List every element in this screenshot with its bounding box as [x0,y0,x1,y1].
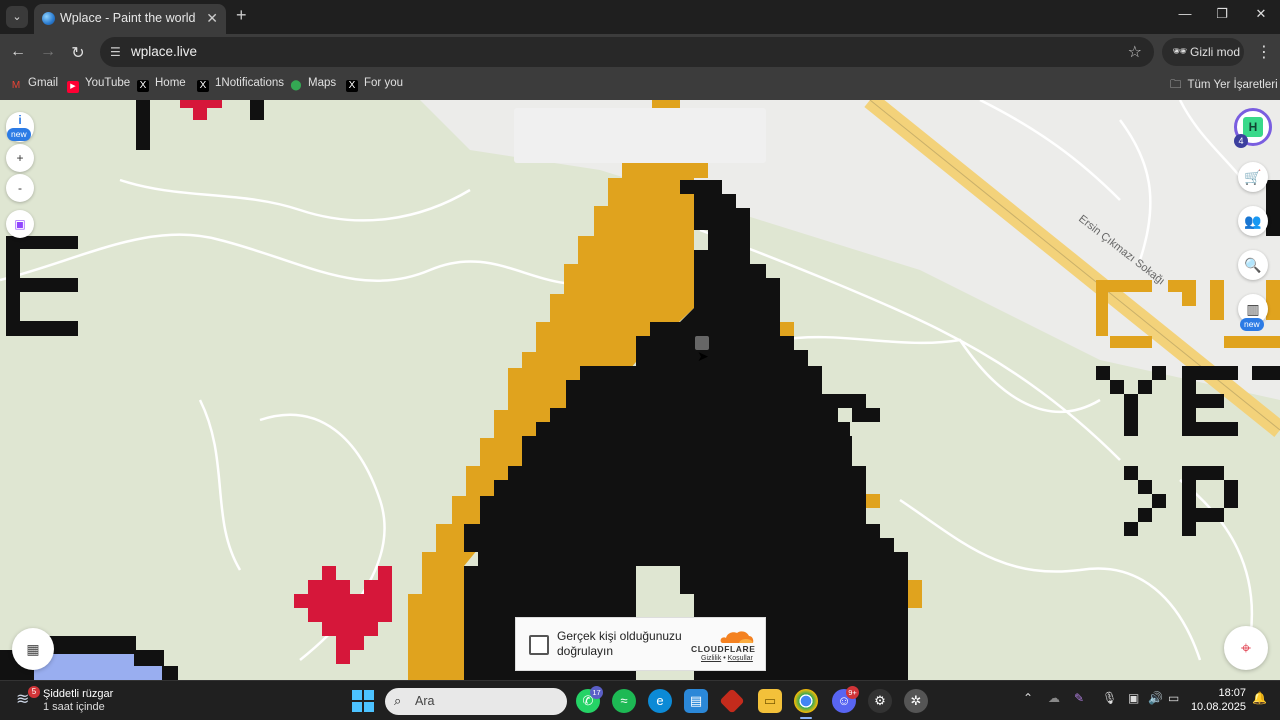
clock-date[interactable]: 10.08.2025 [1186,701,1246,713]
network-icon[interactable]: ▣ [1128,691,1139,705]
search-icon: ⌕ [394,693,402,708]
battery-icon[interactable]: ▭ [1168,691,1179,705]
address-bar[interactable]: ☰ wplace.live ☆ [100,37,1154,67]
incognito-label: Gizli mod [1190,45,1241,59]
cloudflare-turnstile: Gerçek kişi olduğunuzu doğrulayın CLOUDF… [515,617,766,671]
bookmark-gmail[interactable]: M Gmail [10,77,58,93]
url-text[interactable]: wplace.live [131,44,197,59]
pixel-art-notch [838,408,852,422]
incognito-icon: 🕶 [1172,44,1188,58]
close-window-button[interactable]: ✕ [1246,6,1276,22]
browser-menu-icon[interactable]: ⋮ [1256,42,1272,62]
terms-link[interactable]: Koşullar [728,655,753,662]
reload-button[interactable]: ↻ [68,43,88,63]
steam-icon[interactable]: ⚙ [868,689,892,713]
twitch-icon[interactable]: ▣ [6,210,34,238]
new-tab-button[interactable]: + [236,5,247,26]
site-info-icon[interactable]: ☰ [110,45,124,59]
store-cart-icon[interactable]: 🛒 [1238,162,1268,192]
mouse-pointer-icon: ➤ [697,348,709,364]
volume-icon[interactable]: 🔊 [1148,691,1163,705]
back-button[interactable]: ← [8,43,28,61]
locate-me-icon[interactable]: ⌖ [1224,626,1268,670]
discord-badge: 9+ [846,686,859,699]
notifications-icon[interactable]: 🔔 [1252,691,1267,705]
taskbar: ≋ 5 Şiddetli rüzgar 1 saat içinde ⌕ Ara … [0,680,1280,720]
bookmark-for-you[interactable]: X For you [346,77,403,93]
map-canvas[interactable]: Ersin Çıkmazı Sokağı i new + - ▣ ➤ H 4 🛒… [0,100,1280,680]
avatar-image: H [1243,117,1263,137]
bookmarks-bar: M Gmail ▶ YouTube X Home X 1Notifications ⬤ M… [0,70,1280,100]
minimize-button[interactable]: — [1170,6,1200,21]
bookmark-home[interactable]: X Home [137,77,186,93]
map-svg: Ersin Çıkmazı Sokağı [0,100,1280,680]
x-icon: X [346,80,358,92]
anydesk-icon[interactable] [719,688,745,714]
chrome-active-indicator [800,717,812,719]
verify-checkbox[interactable] [529,635,549,655]
folder-icon: 🗀 [1170,79,1182,91]
weather-subtitle[interactable]: 1 saat içinde [43,701,105,713]
gmail-icon: M [11,80,21,91]
privacy-link[interactable]: Gizlilik [701,655,721,662]
clock-time[interactable]: 18:07 [1212,687,1246,699]
top-banner [514,108,766,163]
cloudflare-links: Gizlilik • Koşullar [701,655,753,662]
file-explorer-icon[interactable]: ▭ [758,689,782,713]
microphone-icon[interactable]: 🎙 [1102,691,1117,705]
weather-badge: 5 [28,686,40,698]
taskbar-search[interactable]: ⌕ Ara [385,688,567,715]
chrome-icon[interactable] [794,689,818,713]
x-icon: X [137,80,149,92]
zoom-out-button[interactable]: - [6,174,34,202]
gold-pixel [780,322,794,336]
cloudflare-logo-icon [720,631,754,643]
close-tab-icon[interactable]: ✕ [206,10,218,27]
tab-search-button[interactable]: ⌄ [6,6,28,28]
bookmark-star-icon[interactable]: ☆ [1128,42,1142,62]
level-badge: 4 [1234,134,1248,148]
settings-icon[interactable]: ✲ [904,689,928,713]
verify-label: Gerçek kişi olduğunuzu doğrulayın [557,629,682,658]
search-placeholder: Ara [415,694,435,708]
maps-icon: ⬤ [290,80,302,91]
zoom-in-button[interactable]: + [6,144,34,172]
tab-strip: ⌄ Wplace - Paint the world ✕ + — ❐ ✕ [0,0,1280,34]
cloud-icon[interactable]: ☁ [1048,691,1060,705]
cloudflare-brand: CLOUDFLARE [691,644,756,654]
bookmark-maps[interactable]: ⬤ Maps [290,77,336,93]
gold-pixel [908,580,922,608]
tab-title: Wplace - Paint the world [60,11,196,25]
new-badge: new [7,128,31,141]
toggle-map-icon[interactable]: ▦ [12,628,54,670]
spotify-icon[interactable]: ≈ [612,689,636,713]
new-badge: new [1240,318,1264,331]
forward-button[interactable]: → [38,43,58,61]
alliance-icon[interactable]: 👥 [1238,206,1268,236]
youtube-icon: ▶ [67,81,79,93]
browser-toolbar: ← → ↻ ☰ wplace.live ☆ 🕶 Gizli mod ⋮ [0,34,1280,70]
pen-icon[interactable]: ✎ [1074,691,1084,705]
gold-pixel [866,494,880,508]
bookmark-youtube[interactable]: ▶ YouTube [67,77,130,93]
tab-wplace[interactable]: Wplace - Paint the world ✕ [34,4,226,34]
screen: ⌄ Wplace - Paint the world ✕ + — ❐ ✕ ← →… [0,0,1280,720]
bookmark-notifications[interactable]: X 1Notifications [197,77,284,93]
globe-icon [42,12,55,25]
show-hidden-icons[interactable]: ⌃ [1023,691,1033,705]
explore-search-icon[interactable]: 🔍 [1238,250,1268,280]
restore-button[interactable]: ❐ [1207,6,1237,22]
windows-start-icon[interactable] [352,690,374,712]
store-icon[interactable]: ▤ [684,689,708,713]
weather-title[interactable]: Şiddetli rüzgar [43,688,113,700]
whatsapp-badge: 17 [590,686,603,699]
incognito-indicator[interactable]: 🕶 Gizli mod [1162,38,1244,66]
x-icon: X [197,80,209,92]
edge-icon[interactable]: e [648,689,672,713]
all-bookmarks[interactable]: 🗀 Tüm Yer İşaretleri [1170,77,1278,96]
link-separator: • [723,655,726,662]
